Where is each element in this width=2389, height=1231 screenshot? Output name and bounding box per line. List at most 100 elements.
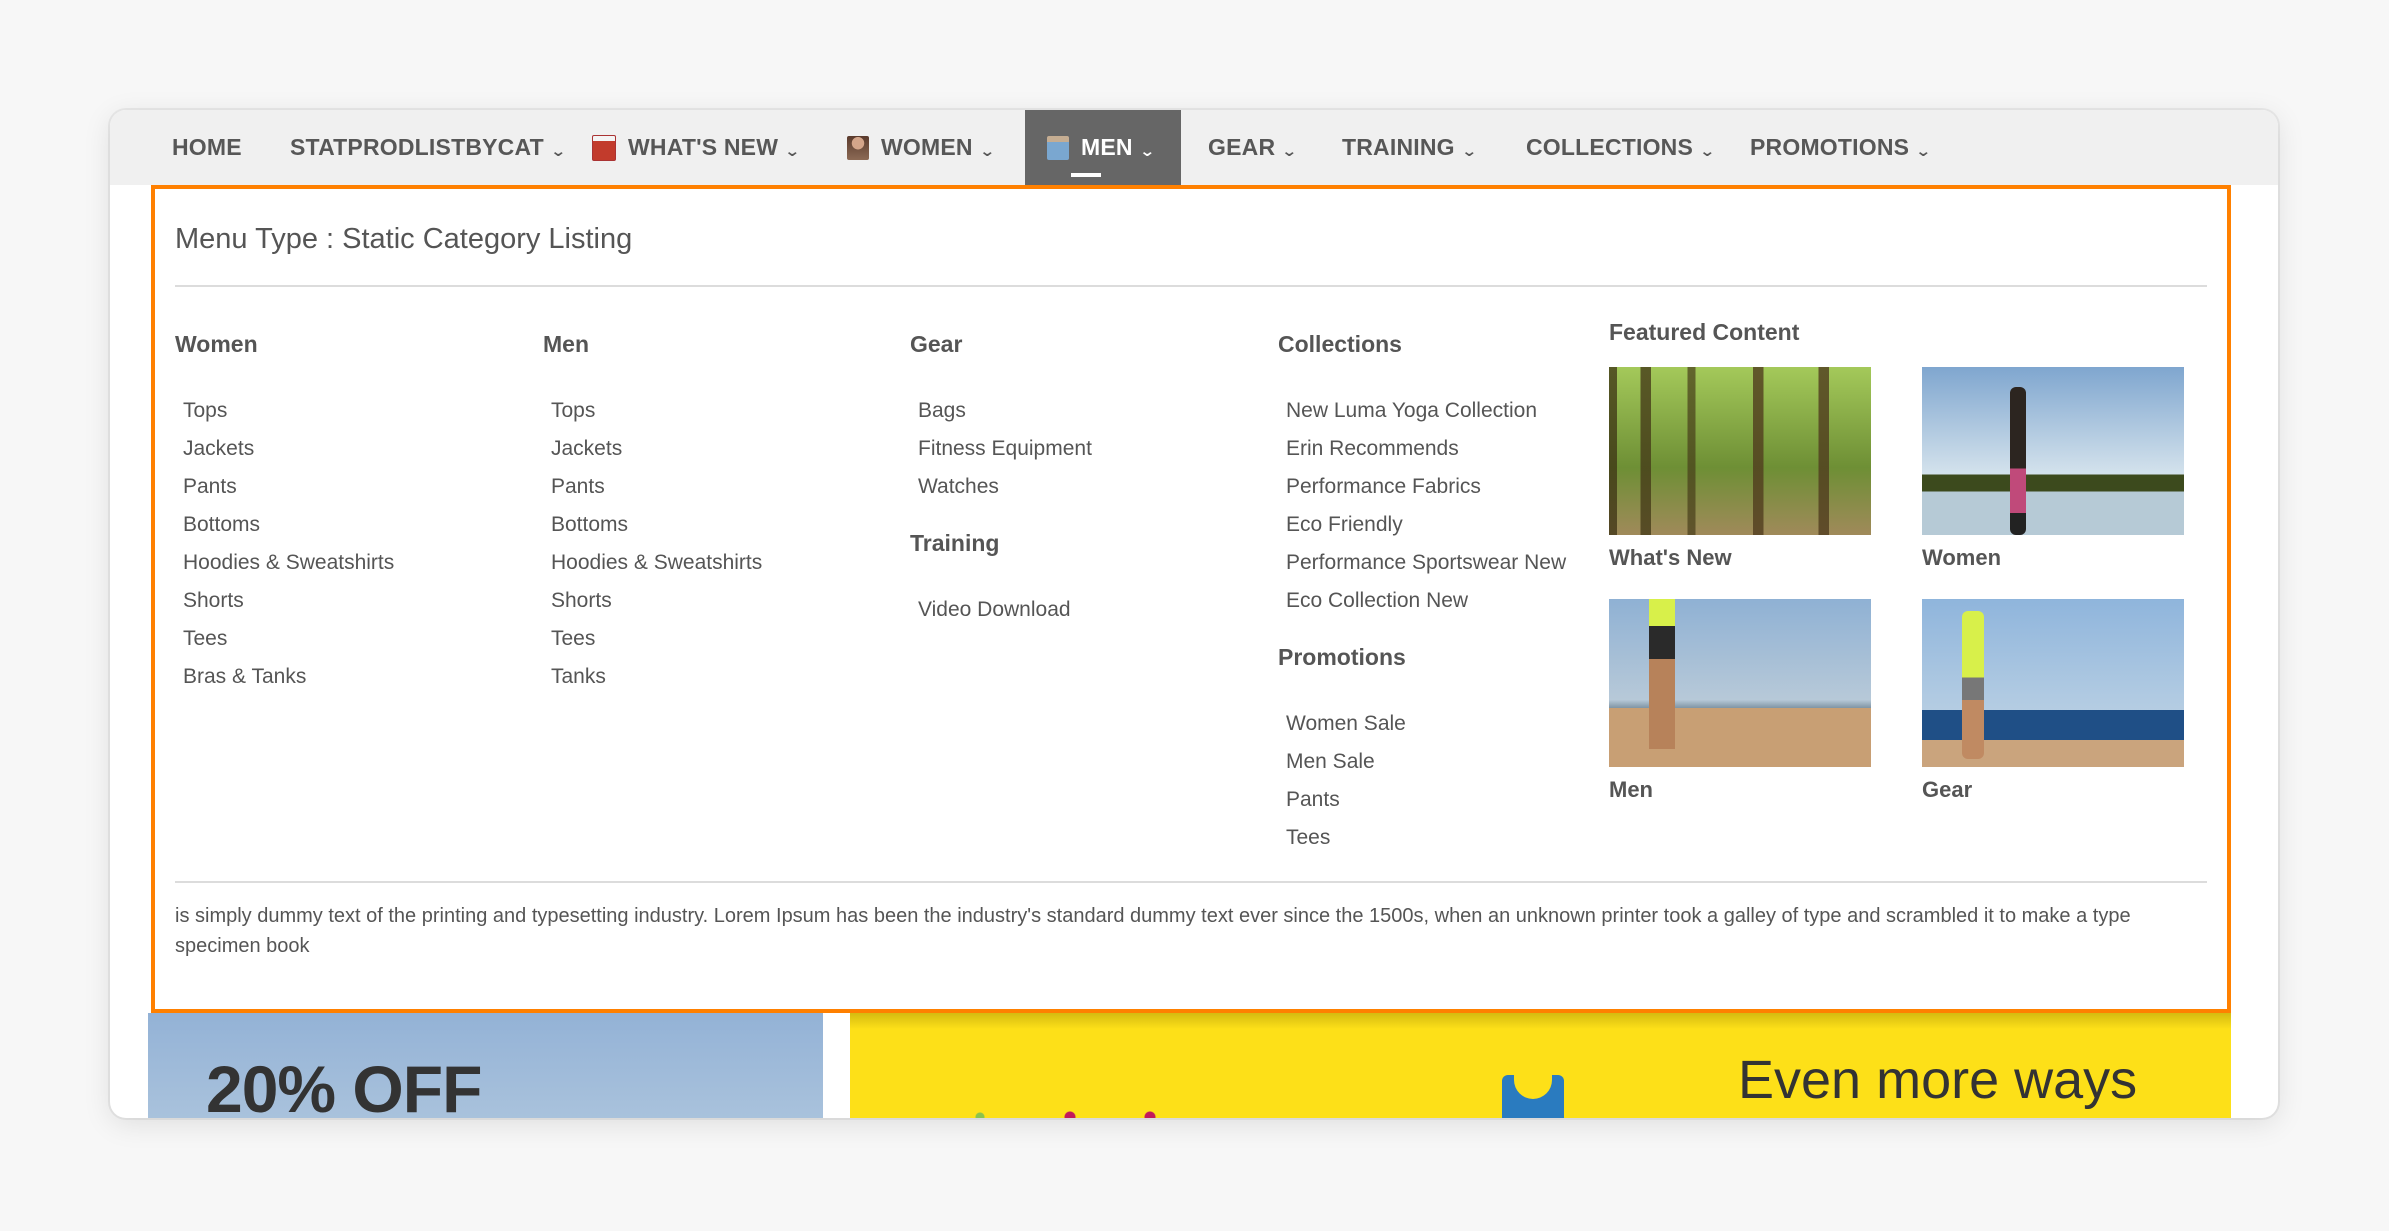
chevron-down-icon: ⌄ (978, 142, 996, 160)
active-indicator (1071, 173, 1101, 177)
woman-icon (847, 135, 869, 160)
category-link[interactable]: Jackets (551, 430, 762, 468)
category-column-men: Men Tops Jackets Pants Bottoms Hoodies &… (543, 329, 762, 696)
category-link[interactable]: Bottoms (551, 506, 762, 544)
category-link[interactable]: Fitness Equipment (918, 430, 1092, 468)
column-heading[interactable]: Gear (910, 329, 1092, 359)
menu-footer-text: is simply dummy text of the printing and… (175, 905, 2131, 957)
nav-item-label: MEN (1081, 134, 1133, 160)
category-link[interactable]: Performance Sportswear New (1286, 544, 1566, 582)
decorative-graphic (970, 1111, 1230, 1118)
category-link[interactable]: Bras & Tanks (183, 658, 394, 696)
beach-runner-photo[interactable] (1609, 599, 1871, 767)
main-navigation: HOME STATPRODLISTBYCAT ⌄ WHAT'S NEW ⌄ WO… (110, 110, 2278, 185)
chevron-down-icon: ⌄ (784, 142, 801, 160)
chevron-down-icon: ⌄ (1138, 142, 1156, 160)
nav-item-label: PROMOTIONS (1750, 134, 1910, 160)
category-link[interactable]: Bottoms (183, 506, 394, 544)
category-link[interactable]: Tops (183, 392, 394, 430)
chevron-down-icon: ⌄ (1460, 142, 1478, 160)
category-link[interactable]: Performance Fabrics (1286, 468, 1566, 506)
category-link[interactable]: Hoodies & Sweatshirts (551, 544, 762, 582)
nav-item-label: HOME (172, 134, 242, 160)
nav-item-label: COLLECTIONS (1526, 134, 1694, 160)
category-list: Tops Jackets Pants Bottoms Hoodies & Swe… (543, 392, 762, 696)
nav-item-statprodlistbycat[interactable]: STATPRODLISTBYCAT ⌄ (290, 110, 567, 185)
nav-item-promotions[interactable]: PROMOTIONS ⌄ (1750, 110, 1932, 185)
category-link[interactable]: Tops (551, 392, 762, 430)
column-heading[interactable]: Men (543, 329, 762, 359)
beach-stretch-photo[interactable] (1922, 599, 2184, 767)
promo-banner-more-ways[interactable]: Even more ways (850, 1013, 2231, 1118)
man-icon (1047, 135, 1069, 160)
featured-card-men[interactable]: Men (1609, 599, 1871, 803)
featured-card-women[interactable]: Women (1922, 367, 2184, 571)
category-list: Bags Fitness Equipment Watches (910, 392, 1092, 506)
category-link[interactable]: Eco Collection New (1286, 582, 1566, 620)
category-column-gear: Gear Bags Fitness Equipment Watches Trai… (910, 329, 1092, 629)
featured-content: Featured Content What's New Women Men Ge… (1609, 319, 2185, 802)
column-heading[interactable]: Training (910, 528, 1092, 558)
column-heading[interactable]: Collections (1278, 329, 1566, 359)
category-link[interactable]: Tees (1286, 819, 1566, 857)
category-column-collections: Collections New Luma Yoga Collection Eri… (1278, 329, 1566, 857)
featured-heading: Featured Content (1609, 319, 1800, 345)
banner-headline: 20% OFF (206, 1052, 482, 1118)
category-list: Women Sale Men Sale Pants Tees (1278, 705, 1566, 857)
chevron-down-icon: ⌄ (549, 142, 567, 160)
nav-item-label: WHAT'S NEW (628, 134, 779, 160)
featured-caption[interactable]: What's New (1609, 545, 1871, 571)
basket-icon (592, 134, 616, 161)
yoga-lake-photo[interactable] (1922, 367, 2184, 535)
nav-item-label: STATPRODLISTBYCAT (290, 134, 544, 160)
category-link[interactable]: Bags (918, 392, 1092, 430)
category-link[interactable]: Pants (551, 468, 762, 506)
chevron-down-icon: ⌄ (1915, 142, 1932, 160)
browser-window: HOME STATPRODLISTBYCAT ⌄ WHAT'S NEW ⌄ WO… (110, 110, 2278, 1118)
banner-shadow (850, 1013, 2231, 1029)
divider (175, 881, 2207, 883)
tank-top-graphic (1502, 1073, 1564, 1118)
nav-item-collections[interactable]: COLLECTIONS ⌄ (1526, 110, 1715, 185)
category-list: New Luma Yoga Collection Erin Recommends… (1278, 392, 1566, 620)
nav-item-home[interactable]: HOME (172, 110, 242, 185)
category-link[interactable]: Shorts (183, 582, 394, 620)
category-link[interactable]: Jackets (183, 430, 394, 468)
nav-item-women[interactable]: WOMEN ⌄ (847, 110, 996, 185)
banner-headline: Even more ways (1738, 1050, 2138, 1110)
category-link[interactable]: Shorts (551, 582, 762, 620)
category-link[interactable]: Hoodies & Sweatshirts (183, 544, 394, 582)
category-link[interactable]: Men Sale (1286, 743, 1566, 781)
category-link[interactable]: Erin Recommends (1286, 430, 1566, 468)
featured-card-gear[interactable]: Gear (1922, 599, 2184, 803)
category-list: Video Download (910, 591, 1092, 629)
menu-type-title: Menu Type : Static Category Listing (175, 223, 633, 255)
nav-item-training[interactable]: TRAINING ⌄ (1342, 110, 1478, 185)
nav-item-men[interactable]: MEN ⌄ (1025, 110, 1181, 185)
category-link[interactable]: Eco Friendly (1286, 506, 1566, 544)
featured-caption[interactable]: Men (1609, 777, 1871, 803)
category-link[interactable]: New Luma Yoga Collection (1286, 392, 1566, 430)
chevron-down-icon: ⌄ (1281, 142, 1298, 160)
nav-item-whats-new[interactable]: WHAT'S NEW ⌄ (592, 110, 801, 185)
category-link[interactable]: Watches (918, 468, 1092, 506)
featured-card-whats-new[interactable]: What's New (1609, 367, 1871, 571)
category-link[interactable]: Pants (1286, 781, 1566, 819)
nav-item-label: GEAR (1208, 134, 1276, 160)
category-link[interactable]: Video Download (918, 591, 1092, 629)
category-list: Tops Jackets Pants Bottoms Hoodies & Swe… (175, 392, 394, 696)
featured-caption[interactable]: Women (1922, 545, 2184, 571)
featured-caption[interactable]: Gear (1922, 777, 2184, 803)
category-link[interactable]: Tees (551, 620, 762, 658)
forest-trail-photo[interactable] (1609, 367, 1871, 535)
nav-item-gear[interactable]: GEAR ⌄ (1208, 110, 1298, 185)
category-column-women: Women Tops Jackets Pants Bottoms Hoodies… (175, 329, 394, 696)
column-heading[interactable]: Promotions (1278, 642, 1566, 672)
mega-menu-dropdown: Menu Type : Static Category Listing Wome… (151, 185, 2231, 1013)
category-link[interactable]: Tanks (551, 658, 762, 696)
category-link[interactable]: Pants (183, 468, 394, 506)
promo-banner-discount[interactable]: 20% OFF (148, 1013, 823, 1118)
category-link[interactable]: Tees (183, 620, 394, 658)
category-link[interactable]: Women Sale (1286, 705, 1566, 743)
column-heading[interactable]: Women (175, 329, 394, 359)
